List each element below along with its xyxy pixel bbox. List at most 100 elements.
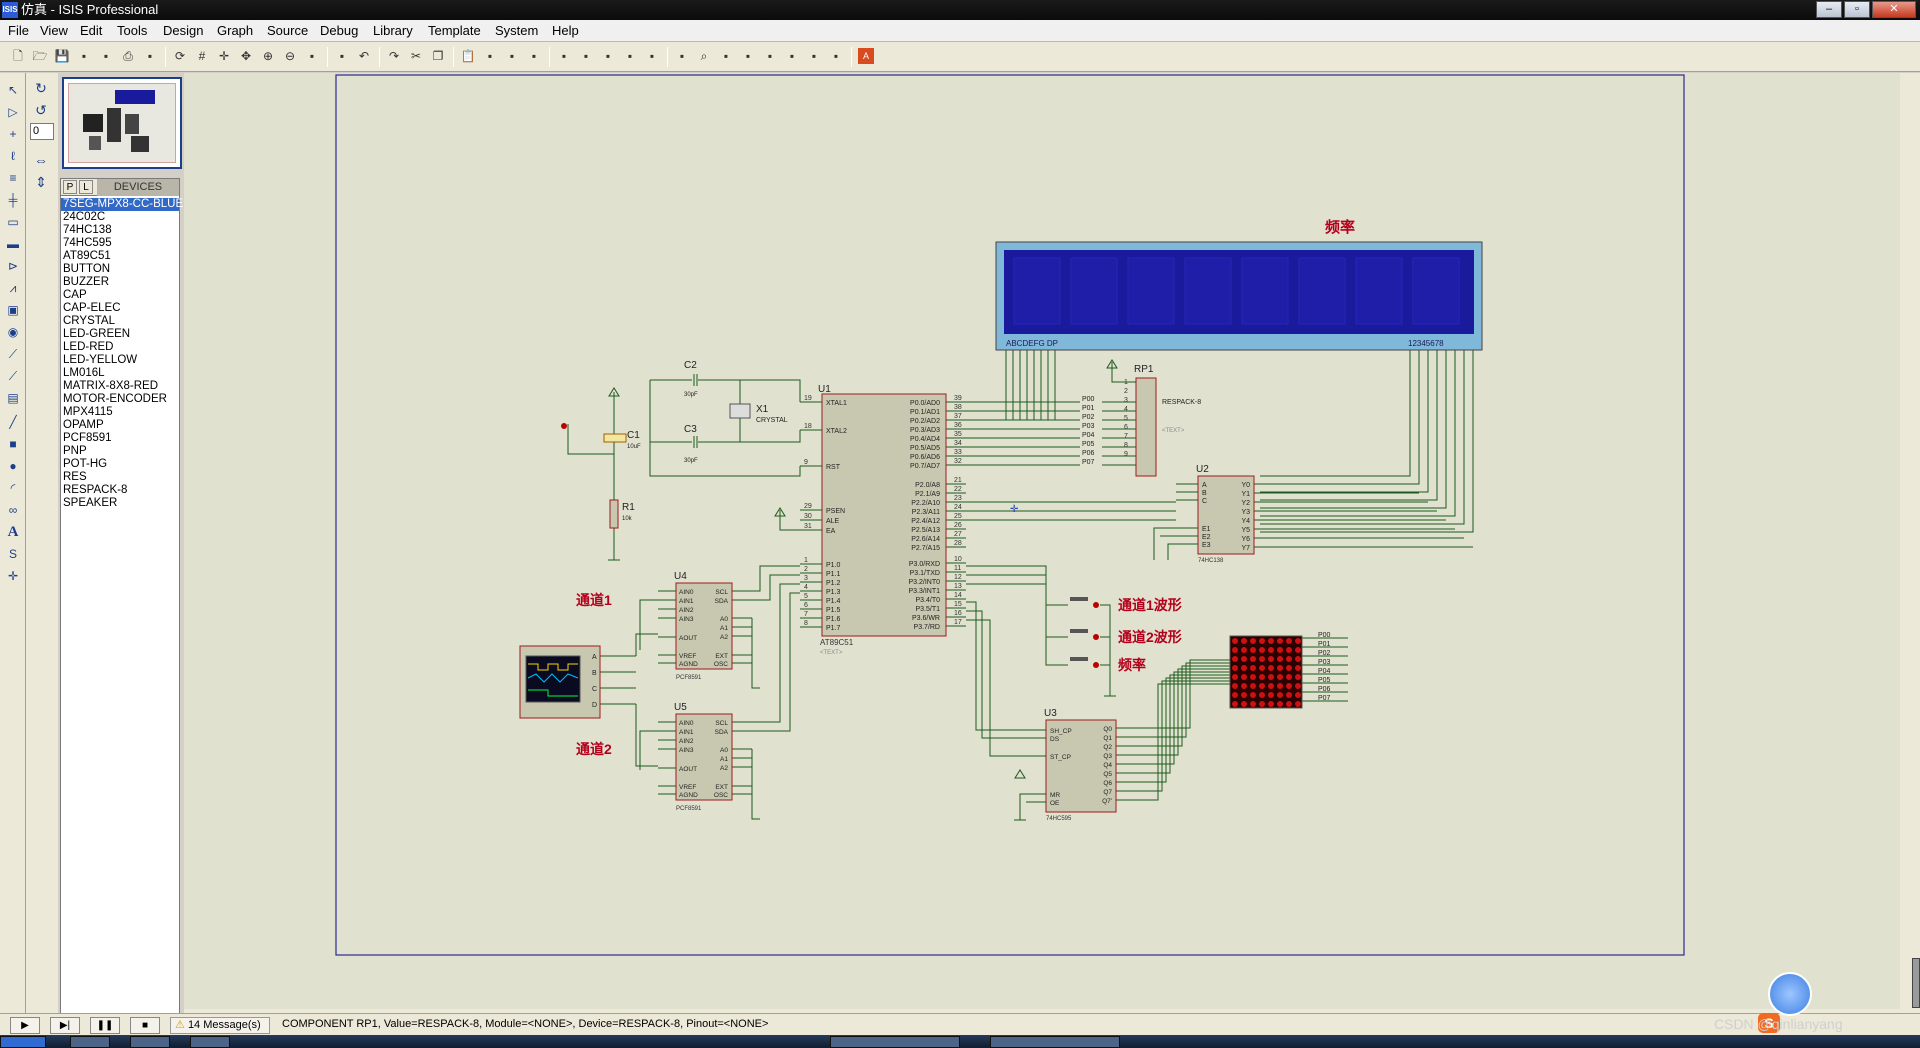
taskbar-app-4[interactable] xyxy=(830,1036,960,1048)
r1-resistor[interactable] xyxy=(609,499,619,529)
channel-1-wave-button[interactable] xyxy=(1070,597,1088,601)
zoom-area-icon[interactable]: ▪ xyxy=(334,48,350,64)
device-list-item[interactable]: AT89C51 xyxy=(61,250,179,263)
refresh-icon[interactable]: ⟳ xyxy=(172,48,188,64)
menu-help[interactable]: Help xyxy=(552,23,579,38)
simulation-stop-button[interactable]: ■ xyxy=(130,1017,160,1034)
block-delete-icon[interactable]: ▪ xyxy=(556,48,572,64)
device-list-item[interactable]: RES xyxy=(61,471,179,484)
taskbar-app-5[interactable] xyxy=(990,1036,1120,1048)
taskbar-app-1[interactable] xyxy=(70,1036,110,1048)
copy-icon[interactable]: ❐ xyxy=(430,48,446,64)
simulation-step-button[interactable]: ▶| xyxy=(50,1017,80,1034)
text-script-mode-icon[interactable]: ≡ xyxy=(3,169,23,187)
cut-icon[interactable]: ✂ xyxy=(408,48,424,64)
label-mode-icon[interactable]: ℓ xyxy=(3,147,23,165)
make-device-icon[interactable]: ▪ xyxy=(600,48,616,64)
menu-source[interactable]: Source xyxy=(267,23,308,38)
netlist-to-ares-icon[interactable]: A xyxy=(858,48,874,64)
origin-icon[interactable]: ✛ xyxy=(216,48,232,64)
menu-file[interactable]: File xyxy=(8,23,29,38)
paste-icon[interactable]: 📋 xyxy=(460,48,476,64)
device-list-item[interactable]: RESPACK-8 xyxy=(61,484,179,497)
device-list-item[interactable]: SPEAKER xyxy=(61,497,179,510)
device-list-item[interactable]: MPX4115 xyxy=(61,406,179,419)
zoom-all-icon[interactable]: ▪ xyxy=(304,48,320,64)
generator-mode-icon[interactable]: ◉ xyxy=(3,323,23,341)
block-copy-icon[interactable]: ▪ xyxy=(482,48,498,64)
box-mode-icon[interactable]: ■ xyxy=(3,435,23,453)
device-list-item[interactable]: 74HC595 xyxy=(61,237,179,250)
device-list-item[interactable]: 24C02C xyxy=(61,211,179,224)
schematic-sheet[interactable]: ABCDEFG DP 12345678频率U1AT89C51<TEXT>19XTA… xyxy=(184,73,1900,1009)
editing-window[interactable]: ABCDEFG DP 12345678 频率 U1 AT89C51 <TEXT> 19 XTA… xyxy=(184,73,1920,1013)
menu-debug[interactable]: Debug xyxy=(320,23,358,38)
new-sheet-icon[interactable]: ▪ xyxy=(740,48,756,64)
x1-crystal[interactable] xyxy=(729,403,751,419)
marker-mode-icon[interactable]: ✛ xyxy=(3,567,23,585)
pick-devices-button[interactable]: P xyxy=(63,180,77,194)
device-list-item[interactable]: LED-RED xyxy=(61,341,179,354)
line-mode-icon[interactable]: ╱ xyxy=(3,413,23,431)
path-mode-icon[interactable]: ∞ xyxy=(3,501,23,519)
redo-icon[interactable]: ↷ xyxy=(386,48,402,64)
electrical-rule-check-icon[interactable]: ▪ xyxy=(828,48,844,64)
close-button[interactable]: ✕ xyxy=(1872,1,1916,18)
pan-icon[interactable]: ✥ xyxy=(238,48,254,64)
rotate-anticlockwise-icon[interactable]: ↺ xyxy=(31,101,51,119)
export-icon[interactable]: ▪ xyxy=(98,48,114,64)
grid-icon[interactable]: # xyxy=(194,48,210,64)
device-list-item[interactable]: LED-YELLOW xyxy=(61,354,179,367)
bill-of-materials-icon[interactable]: ▪ xyxy=(806,48,822,64)
led-matrix[interactable] xyxy=(1229,635,1303,709)
terminal-mode-icon[interactable]: ▬ xyxy=(3,235,23,253)
menu-tools[interactable]: Tools xyxy=(117,23,147,38)
wire-autorouter-icon[interactable]: ▪ xyxy=(674,48,690,64)
menu-edit[interactable]: Edit xyxy=(80,23,102,38)
block-move-icon[interactable]: ▪ xyxy=(504,48,520,64)
device-list-item[interactable]: CAP xyxy=(61,289,179,302)
device-list-item[interactable]: BUZZER xyxy=(61,276,179,289)
new-icon[interactable]: 🗋 xyxy=(10,48,26,64)
device-list-item[interactable]: MOTOR-ENCODER xyxy=(61,393,179,406)
menu-design[interactable]: Design xyxy=(163,23,203,38)
vertical-scrollbar[interactable] xyxy=(1912,958,1920,1008)
device-list-item[interactable]: 74HC138 xyxy=(61,224,179,237)
taskbar-app-2[interactable] xyxy=(130,1036,170,1048)
bus-mode-icon[interactable]: ╪ xyxy=(3,191,23,209)
c1-capacitor[interactable] xyxy=(603,433,627,443)
device-list-item[interactable]: LED-GREEN xyxy=(61,328,179,341)
rotation-angle-input[interactable]: 0 xyxy=(30,123,54,140)
mirror-x-icon[interactable]: ⇔ xyxy=(31,151,51,169)
current-probe-icon[interactable]: ⟋ xyxy=(3,367,23,385)
selection-mode-icon[interactable]: ↖ xyxy=(3,81,23,99)
block-rotate-icon[interactable]: ▪ xyxy=(526,48,542,64)
device-list-item[interactable]: PCF8591 xyxy=(61,432,179,445)
device-list-item[interactable]: 7SEG-MPX8-CC-BLUE xyxy=(61,198,183,211)
undo-icon[interactable]: ↶ xyxy=(356,48,372,64)
overview-window[interactable] xyxy=(62,77,182,169)
voltage-probe-icon[interactable]: ⟋ xyxy=(3,345,23,363)
menu-view[interactable]: View xyxy=(40,23,68,38)
save-icon[interactable]: 💾 xyxy=(54,48,70,64)
decompose-icon[interactable]: ▪ xyxy=(644,48,660,64)
arc-mode-icon[interactable]: ◜ xyxy=(3,479,23,497)
taskbar-app-3[interactable] xyxy=(190,1036,230,1048)
device-list-item[interactable]: OPAMP xyxy=(61,419,179,432)
menu-system[interactable]: System xyxy=(495,23,538,38)
device-list-item[interactable]: POT-HG xyxy=(61,458,179,471)
exit-parent-icon[interactable]: ▪ xyxy=(784,48,800,64)
pin-mode-icon[interactable]: ⊳ xyxy=(3,257,23,275)
circle-mode-icon[interactable]: ● xyxy=(3,457,23,475)
component-mode-icon[interactable]: ▷ xyxy=(3,103,23,121)
library-manager-button[interactable]: L xyxy=(79,180,93,194)
menu-library[interactable]: Library xyxy=(373,23,413,38)
symbol-mode-icon[interactable]: S xyxy=(3,545,23,563)
virtual-instrument-icon[interactable]: ▤ xyxy=(3,389,23,407)
simulation-pause-button[interactable]: ❚❚ xyxy=(90,1017,120,1034)
open-icon[interactable]: 🗁 xyxy=(32,48,48,64)
device-list-item[interactable]: PNP xyxy=(61,445,179,458)
subcircuit-mode-icon[interactable]: ▭ xyxy=(3,213,23,231)
remove-sheet-icon[interactable]: ▪ xyxy=(762,48,778,64)
device-list-item[interactable]: CRYSTAL xyxy=(61,315,179,328)
